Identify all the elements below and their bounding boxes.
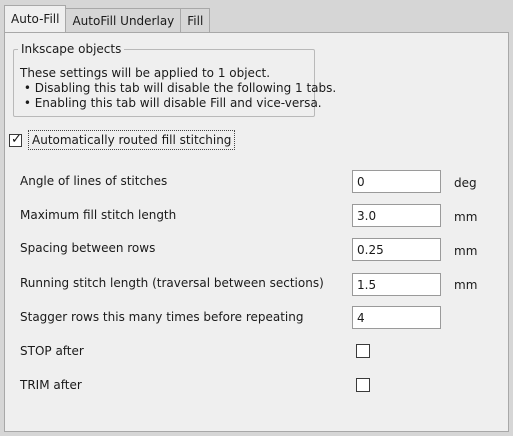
inkscape-objects-group: Inkscape objects These settings will be …	[13, 41, 336, 117]
auto-route-label[interactable]: Automatically routed fill stitching	[28, 130, 236, 150]
param-input-running-stitch-length[interactable]	[352, 273, 441, 296]
toggle-label-stop-after: STOP after	[20, 344, 84, 358]
param-unit-running-stitch-length: mm	[454, 278, 478, 292]
group-info-text: These settings will be applied to 1 obje…	[20, 66, 336, 111]
param-label-max-stitch-length: Maximum fill stitch length	[20, 208, 177, 222]
param-input-stagger-rows[interactable]	[352, 306, 441, 329]
param-unit-angle: deg	[454, 176, 477, 190]
auto-route-checkbox[interactable]: ✓	[9, 131, 22, 147]
param-input-row-spacing[interactable]	[352, 238, 441, 261]
tab-auto-fill[interactable]: Auto-Fill	[4, 5, 67, 32]
stop-after-checkbox[interactable]	[356, 344, 370, 358]
param-label-stagger-rows: Stagger rows this many times before repe…	[20, 310, 304, 324]
param-label-row-spacing: Spacing between rows	[20, 241, 156, 255]
toggle-label-trim-after: TRIM after	[20, 378, 82, 392]
params-window: Auto-Fill AutoFill Underlay Fill Inkscap…	[0, 0, 513, 436]
param-input-angle[interactable]	[352, 170, 441, 193]
tab-autofill-underlay[interactable]: AutoFill Underlay	[65, 8, 182, 32]
trim-after-checkbox[interactable]	[356, 378, 370, 392]
param-unit-max-stitch-length: mm	[454, 210, 478, 224]
param-label-angle: Angle of lines of stitches	[20, 174, 168, 188]
info-line-applied: These settings will be applied to 1 obje…	[20, 66, 271, 80]
tab-fill[interactable]: Fill	[180, 8, 211, 32]
info-line-enabling: • Enabling this tab will disable Fill an…	[20, 96, 322, 110]
info-line-disabling: • Disabling this tab will disable the fo…	[20, 81, 337, 95]
checkmark-icon: ✓	[11, 131, 22, 147]
param-label-running-stitch-length: Running stitch length (traversal between…	[20, 276, 324, 290]
tab-bar: Auto-Fill AutoFill Underlay Fill	[4, 5, 211, 32]
auto-route-row: ✓ Automatically routed fill stitching	[9, 129, 236, 151]
param-unit-row-spacing: mm	[454, 244, 478, 258]
tab-panel: Inkscape objects These settings will be …	[4, 32, 509, 432]
param-input-max-stitch-length[interactable]	[352, 204, 441, 227]
group-legend: Inkscape objects	[18, 41, 125, 57]
